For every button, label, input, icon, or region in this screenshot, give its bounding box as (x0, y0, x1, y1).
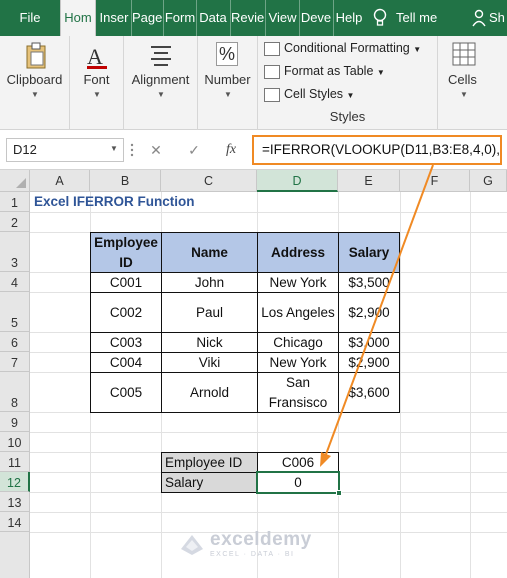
formula-callout-arrow (320, 164, 434, 467)
